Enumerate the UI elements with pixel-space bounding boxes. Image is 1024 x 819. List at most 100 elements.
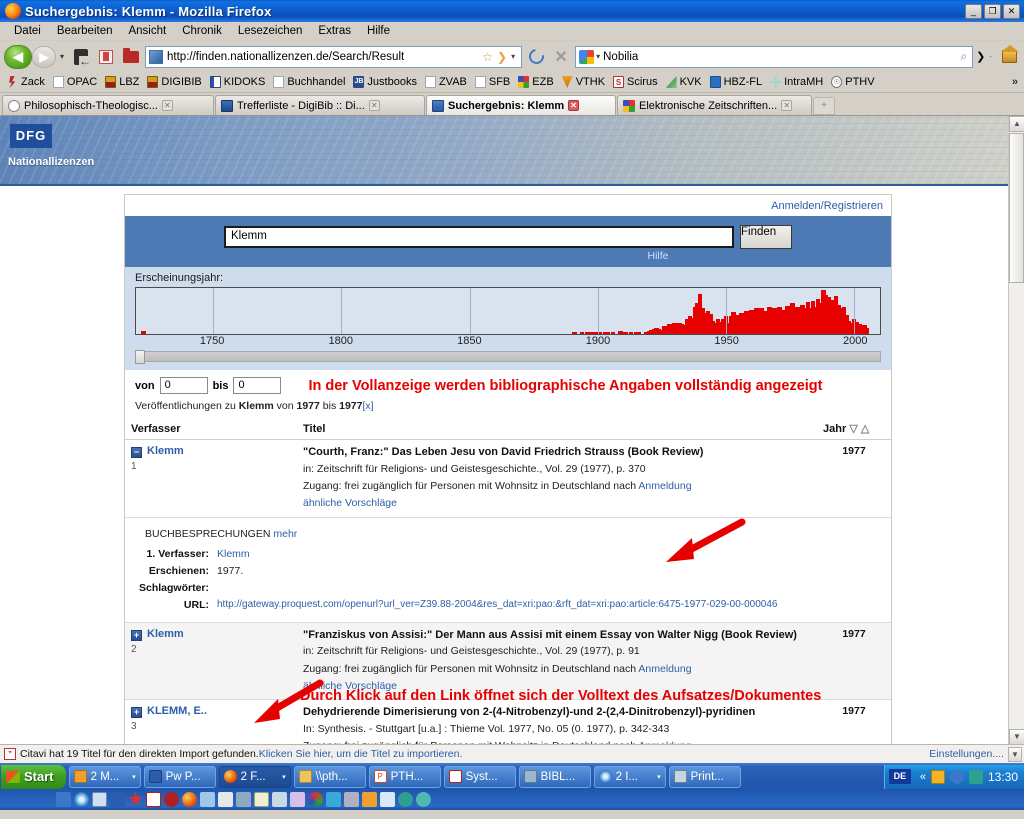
- color-wheel-icon[interactable]: [308, 791, 323, 807]
- clock[interactable]: 13:30: [988, 770, 1018, 784]
- search-engine-dropdown-icon[interactable]: ▾: [596, 52, 600, 61]
- opera-icon[interactable]: [164, 791, 179, 807]
- tab-suchergebnis-klemm[interactable]: Suchergebnis: Klemm ✕: [426, 95, 616, 115]
- bookmark-zvab[interactable]: ZVAB: [422, 75, 472, 89]
- bookmark-kvk[interactable]: KVK: [663, 75, 707, 89]
- bookmark-kidoks[interactable]: KIDOKS: [207, 75, 271, 89]
- bookmark-intramh[interactable]: IntraMH: [767, 75, 828, 89]
- new-tab-button[interactable]: +: [813, 97, 835, 115]
- chevron-down-icon[interactable]: ▾: [282, 773, 286, 781]
- help-icon[interactable]: [254, 791, 269, 807]
- cursor-icon[interactable]: [218, 791, 233, 807]
- result-title[interactable]: "Franziskus von Assisi:" Der Mann aus As…: [303, 628, 811, 643]
- table-row[interactable]: − Klemm 1 "Courth, Franz:" Das Leben Jesu…: [125, 439, 891, 518]
- anmeldung-link[interactable]: Anmeldung: [638, 480, 691, 492]
- url-dropdown-icon[interactable]: ▾: [509, 52, 519, 61]
- menu-lesezeichen[interactable]: Lesezeichen: [230, 23, 311, 39]
- bookmark-sfb[interactable]: SFB: [472, 75, 515, 89]
- tab-trefferliste-digibib[interactable]: Trefferliste - DigiBib :: Di... ✕: [215, 95, 425, 115]
- slider-handle[interactable]: [135, 350, 145, 364]
- similar-suggestions-link[interactable]: ähnliche Vorschläge: [303, 497, 397, 509]
- page-scrollbar[interactable]: ▲ ▼: [1008, 116, 1024, 744]
- bookmarks-overflow-icon[interactable]: »: [1012, 76, 1024, 88]
- reload-icon[interactable]: [525, 46, 547, 68]
- menu-hilfe[interactable]: Hilfe: [359, 23, 398, 39]
- header-titel[interactable]: Titel: [297, 418, 817, 440]
- year-range-slider[interactable]: [135, 350, 881, 364]
- taskbar-item-bibl[interactable]: BIBL...: [518, 765, 591, 788]
- bookmark-scirus[interactable]: S Scirus: [610, 75, 663, 89]
- login-register-link[interactable]: Anmelden/Registrieren: [771, 200, 883, 212]
- bookmark-digibib[interactable]: DIGIBIB: [144, 75, 206, 89]
- search-magnifier-icon[interactable]: ⌕: [957, 49, 970, 64]
- bookmark-star-icon[interactable]: ☆: [480, 50, 495, 64]
- tab-philosophisch-theologisch[interactable]: Philosophisch-Theologisc... ✕: [2, 95, 214, 115]
- tab-close-icon[interactable]: ✕: [368, 100, 380, 111]
- tray-icon-o[interactable]: [930, 769, 945, 784]
- taskbar-item-ie[interactable]: 2 I... ▾: [593, 765, 666, 788]
- taskbar-item-firefox[interactable]: 2 F... ▾: [218, 765, 291, 788]
- start-button[interactable]: Start: [1, 764, 66, 789]
- collapse-icon[interactable]: −: [131, 447, 142, 458]
- expand-icon[interactable]: +: [131, 629, 142, 641]
- back-button[interactable]: ◀: [4, 44, 32, 69]
- header-verfasser[interactable]: Verfasser: [125, 418, 297, 440]
- taskbar-item-folder[interactable]: \\pth...: [293, 765, 366, 788]
- window-icon[interactable]: [326, 791, 341, 807]
- taskbar-item-word[interactable]: Pw P...: [143, 765, 216, 788]
- restore-button[interactable]: ❐: [984, 3, 1001, 19]
- sort-desc-icon[interactable]: ▽: [849, 423, 857, 435]
- bookmark-pthv[interactable]: ☉ PTHV: [828, 75, 879, 89]
- url-bar[interactable]: http://finden.nationallizenzen.de/Search…: [145, 45, 523, 68]
- menu-ansicht[interactable]: Ansicht: [120, 23, 174, 39]
- forward-button[interactable]: ▶: [32, 45, 56, 68]
- tray-expand-icon[interactable]: «: [920, 771, 926, 783]
- settings-link[interactable]: Einstellungen....: [929, 748, 1008, 760]
- anmeldung-link[interactable]: Anmeldung: [638, 663, 691, 675]
- bookmark-hbz-fl[interactable]: HBZ-FL: [707, 75, 768, 89]
- result-author-link[interactable]: KLEMM, E..: [147, 705, 207, 717]
- download-icon[interactable]: [70, 46, 92, 68]
- scrollbar-thumb[interactable]: [1009, 133, 1024, 283]
- year-histogram-chart[interactable]: [135, 287, 881, 335]
- clear-filter-link[interactable]: [x]: [362, 400, 373, 412]
- bookmark-opac[interactable]: OPAC: [50, 75, 102, 89]
- scanner-icon[interactable]: [236, 791, 251, 807]
- quicklaunch-icon-1[interactable]: [56, 791, 71, 807]
- menu-extras[interactable]: Extras: [310, 23, 359, 39]
- search-bar[interactable]: ▾ Nobilia ⌕: [575, 45, 974, 68]
- menu-chronik[interactable]: Chronik: [174, 23, 230, 39]
- detail-value-link[interactable]: Klemm: [217, 548, 250, 560]
- notes-icon[interactable]: [380, 791, 395, 807]
- magnifier-icon[interactable]: [290, 791, 305, 807]
- help-link[interactable]: Hilfe: [647, 250, 668, 262]
- taskbar-item-powerpoint[interactable]: P PTH...: [368, 765, 441, 788]
- result-author-link[interactable]: Klemm: [147, 445, 184, 457]
- stop-icon[interactable]: [95, 46, 117, 68]
- header-jahr[interactable]: Jahr ▽ △: [817, 418, 891, 440]
- calculator-icon[interactable]: [344, 791, 359, 807]
- year-from-input[interactable]: 0: [159, 377, 208, 394]
- ie-icon[interactable]: [74, 791, 89, 807]
- stop-x-icon[interactable]: ✕: [550, 46, 572, 68]
- toolbar-overflow-icon[interactable]: ·: [989, 52, 992, 61]
- taskbar-item-system[interactable]: Syst...: [443, 765, 516, 788]
- fulltext-url-link[interactable]: http://gateway.proquest.com/openurl?url_…: [217, 599, 777, 611]
- show-desktop-icon[interactable]: [92, 791, 107, 807]
- feed-icon-2[interactable]: ❯: [976, 50, 985, 63]
- tab-close-icon[interactable]: ✕: [781, 100, 793, 111]
- recycle-bin-icon[interactable]: [272, 791, 287, 807]
- expand-icon[interactable]: +: [131, 707, 142, 718]
- taskbar-item-print[interactable]: Print...: [668, 765, 741, 788]
- result-author-link[interactable]: Klemm: [147, 628, 184, 640]
- find-button[interactable]: Finden: [740, 225, 792, 249]
- outlook-icon[interactable]: [362, 791, 377, 807]
- paint-icon[interactable]: [200, 791, 215, 807]
- bookmark-ezb[interactable]: EZB: [515, 75, 558, 89]
- bookmark-zack[interactable]: Zack: [4, 75, 50, 89]
- result-title[interactable]: "Courth, Franz:" Das Leben Jesu von Davi…: [303, 445, 811, 460]
- menu-datei[interactable]: Datei: [6, 23, 49, 39]
- tab-close-icon[interactable]: ✕: [568, 100, 580, 111]
- chevron-down-icon[interactable]: ▾: [132, 773, 136, 781]
- language-indicator[interactable]: DE: [888, 769, 911, 784]
